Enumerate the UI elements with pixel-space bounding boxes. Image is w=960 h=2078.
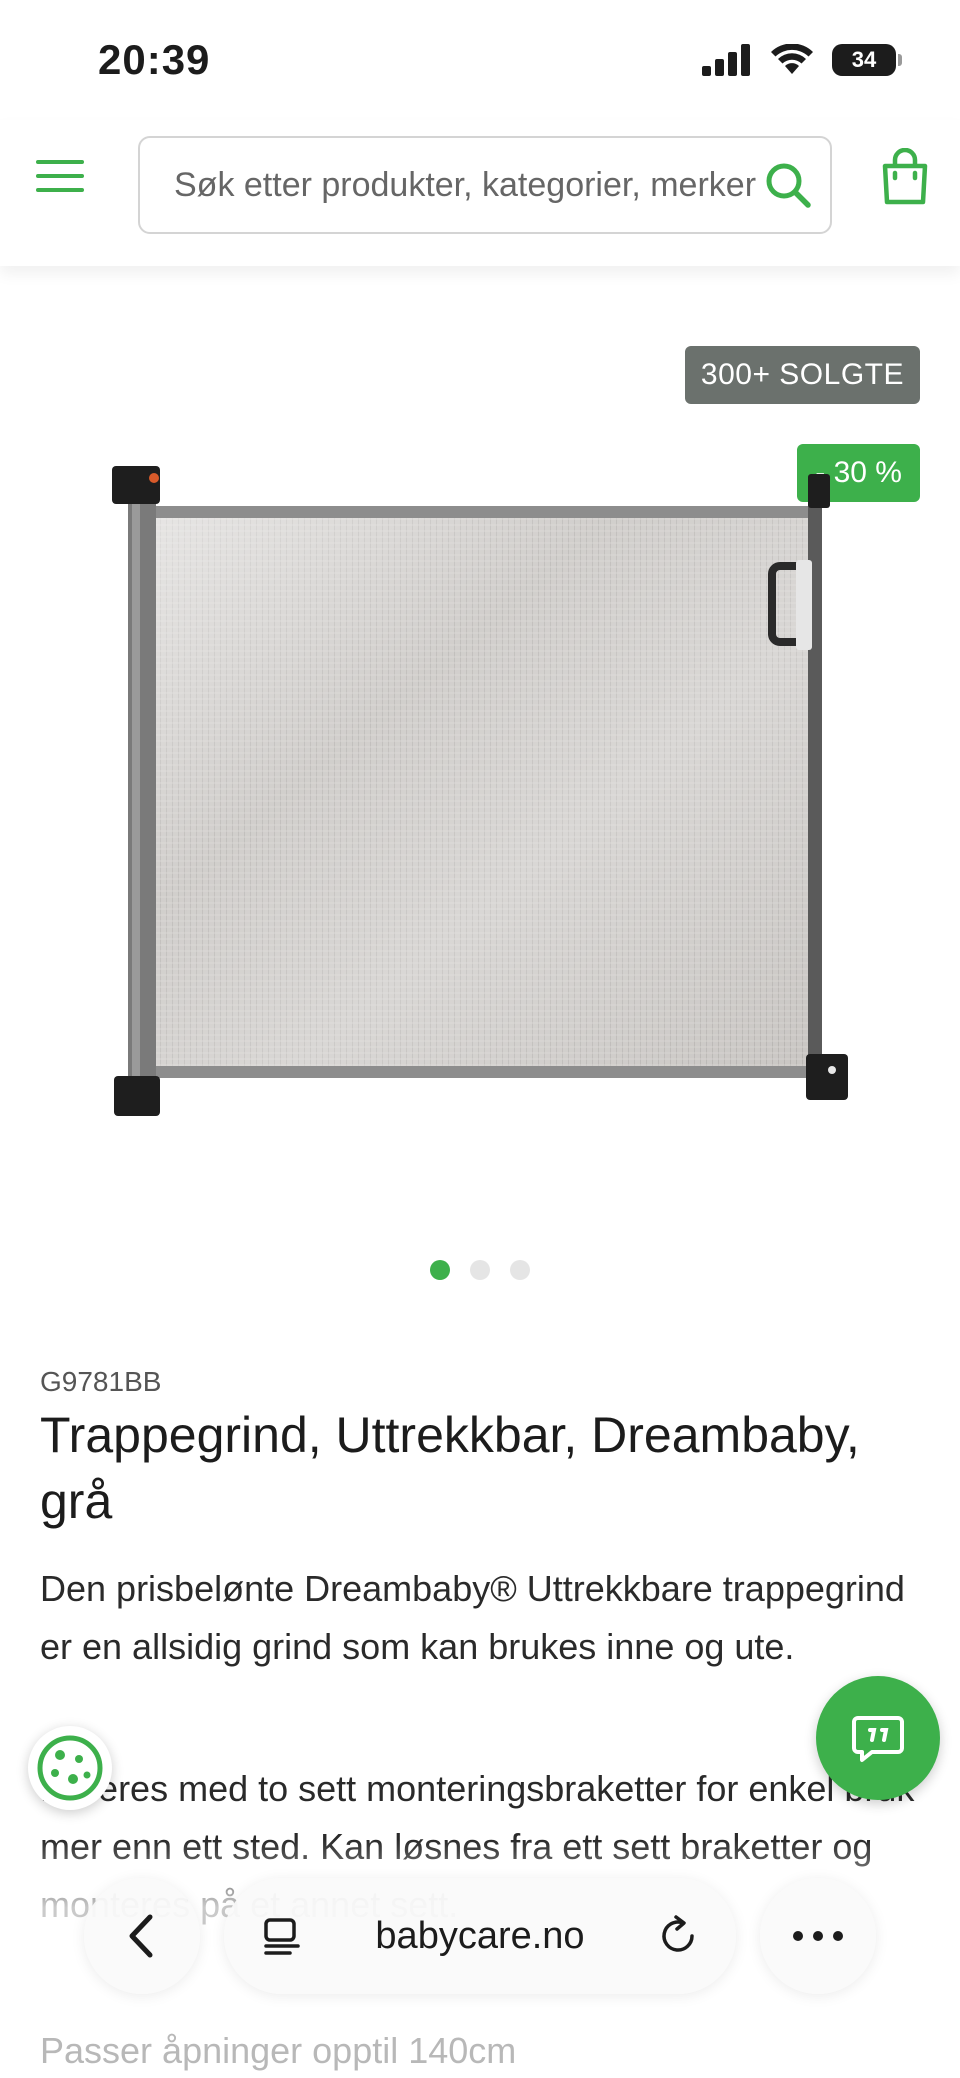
more-dots-icon bbox=[793, 1931, 843, 1941]
status-time: 20:39 bbox=[98, 36, 211, 83]
reader-icon[interactable] bbox=[260, 1914, 304, 1958]
product-description-1: Den prisbelønte Dreambaby® Uttrekkbare t… bbox=[40, 1568, 905, 1667]
chevron-left-icon bbox=[129, 1914, 153, 1958]
battery-indicator: 34 bbox=[832, 44, 902, 76]
site-header bbox=[0, 120, 960, 266]
product-sku: G9781BB bbox=[40, 1366, 162, 1397]
status-bar: 20:39 34 bbox=[0, 0, 960, 120]
product-gallery[interactable]: 300+ SOLGTE - 30 % bbox=[0, 266, 960, 1296]
gallery-dot-3[interactable] bbox=[510, 1260, 530, 1280]
browser-address-bar[interactable]: babycare.no bbox=[224, 1878, 736, 1994]
search-box[interactable] bbox=[138, 136, 832, 234]
search-icon[interactable] bbox=[760, 157, 816, 213]
chat-button[interactable] bbox=[816, 1676, 940, 1800]
search-input[interactable] bbox=[174, 165, 760, 205]
gallery-pagination bbox=[0, 1260, 960, 1280]
browser-back-button[interactable] bbox=[84, 1878, 200, 1994]
product-description-3: Passer åpninger opptil 140cm bbox=[40, 2030, 517, 2071]
hamburger-menu-icon[interactable] bbox=[36, 160, 84, 196]
cellular-signal-icon bbox=[702, 44, 750, 76]
cookie-icon bbox=[37, 1735, 103, 1801]
browser-url-text[interactable]: babycare.no bbox=[375, 1915, 584, 1958]
battery-level-text: 34 bbox=[851, 47, 877, 72]
product-title: Trappegrind, Uttrekkbar, Dreambaby, grå bbox=[40, 1407, 860, 1529]
sold-count-badge: 300+ SOLGTE bbox=[684, 346, 920, 404]
browser-more-button[interactable] bbox=[760, 1878, 876, 1994]
reload-icon[interactable] bbox=[656, 1914, 700, 1958]
gallery-dot-1[interactable] bbox=[430, 1260, 450, 1280]
status-icons: 34 bbox=[702, 44, 902, 76]
chat-bubble-icon bbox=[852, 1716, 904, 1762]
cookie-settings-button[interactable] bbox=[28, 1726, 112, 1810]
gallery-dot-2[interactable] bbox=[470, 1260, 490, 1280]
product-image[interactable] bbox=[100, 456, 860, 1176]
shopping-bag-icon[interactable] bbox=[880, 148, 930, 206]
wifi-icon bbox=[771, 44, 813, 74]
